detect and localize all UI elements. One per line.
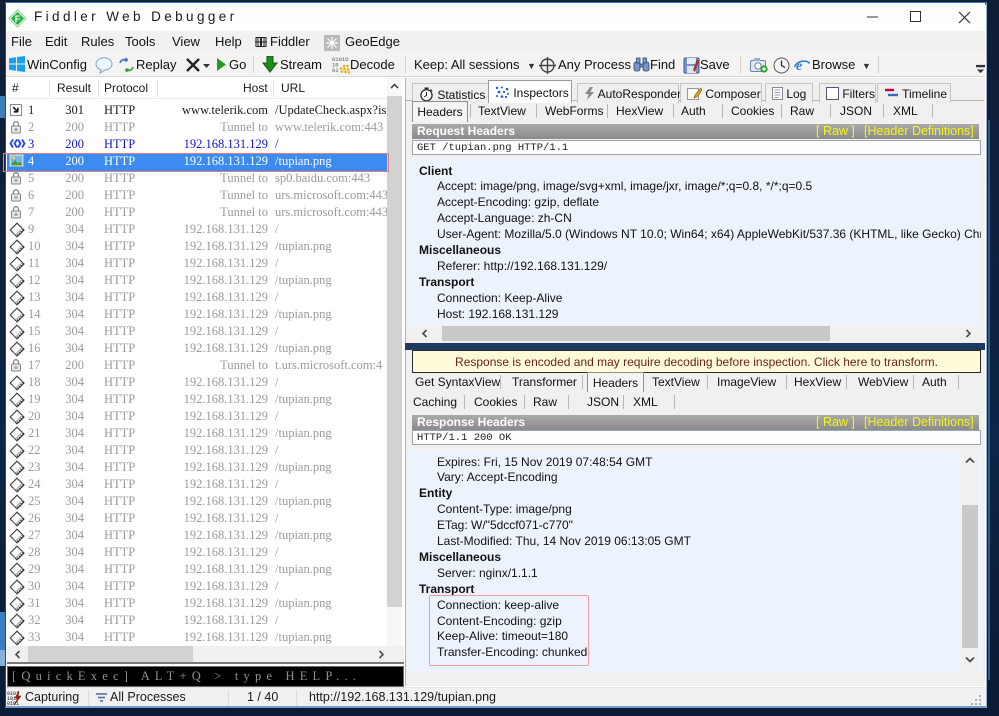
svg-text:F: F (15, 14, 21, 24)
svg-text:01: 01 (332, 67, 339, 74)
svg-text:0101: 0101 (7, 701, 19, 706)
